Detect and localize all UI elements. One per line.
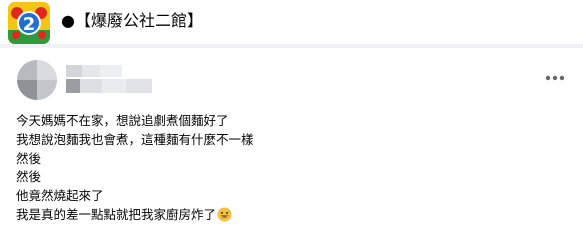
post-text: 今天媽媽不在家，想說追劇煮個麵好了 我想說泡麵我也會煮，這種麵有什麼不一樣 然後… xyxy=(16,112,556,225)
group-name[interactable]: ●【爆廢公社二館】 xyxy=(61,10,203,32)
name-blur-graphic xyxy=(66,65,152,93)
group-logo-text: 2 xyxy=(23,14,36,35)
post-line: 我想說泡麵我也會煮，這種麵有什麼不一樣 xyxy=(16,131,254,147)
more-horizontal-icon xyxy=(545,75,565,81)
post-line: 然後 xyxy=(16,169,42,185)
post-card: 今天媽媽不在家，想說追劇煮個麵好了 我想說泡麵我也會煮，這種麵有什麼不一樣 然後… xyxy=(0,48,583,242)
post-line: 他竟然燒起來了 xyxy=(16,188,104,204)
more-options-button[interactable] xyxy=(541,68,569,88)
author-name-blurred[interactable] xyxy=(66,63,156,97)
group-header: 2 ●【爆廢公社二館】 xyxy=(0,0,583,44)
group-logo[interactable]: 2 xyxy=(8,2,50,44)
post-line: 然後 xyxy=(16,150,42,166)
author-avatar[interactable] xyxy=(17,60,57,100)
avatar-blur-graphic xyxy=(17,60,57,100)
post-line: 今天媽媽不在家，想說追劇煮個麵好了 xyxy=(16,113,229,128)
grinning-sweat-emoji-icon xyxy=(217,207,232,222)
post-line-text: 我是真的差一點點就把我家廚房炸了 xyxy=(16,206,217,222)
group-logo-graphic: 2 xyxy=(8,2,50,44)
post-line-last: 我是真的差一點點就把我家廚房炸了 xyxy=(16,206,556,225)
